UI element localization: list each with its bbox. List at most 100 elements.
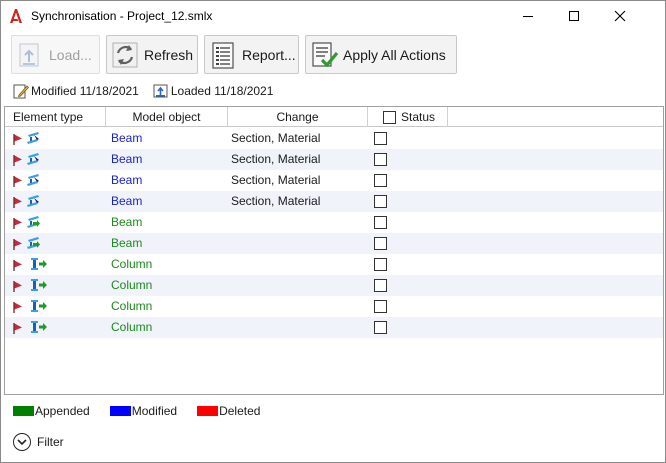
change-cell: Section, Material [231, 131, 321, 145]
table-row[interactable]: Beam Section, Material [5, 128, 663, 149]
status-cell [374, 212, 394, 233]
flag-icon [13, 321, 23, 342]
element-type-cell [13, 254, 103, 275]
table-header: Element type Model object Change Status [5, 107, 663, 127]
model-object-cell: Beam [111, 152, 143, 166]
title-bar[interactable]: Synchronisation - Project_12.smlx [1, 1, 665, 31]
report-label: Report... [242, 46, 296, 63]
status-checkbox[interactable] [374, 216, 387, 229]
status-cell [374, 170, 394, 191]
model-object-cell: Beam [111, 194, 143, 208]
legend-item-appended: Appended [13, 404, 90, 418]
table-row[interactable]: Column [5, 275, 663, 296]
legend: Appended Modified Deleted [13, 403, 280, 419]
element-type-cell [13, 296, 103, 317]
close-icon [614, 10, 626, 22]
table-row[interactable]: Beam Section, Material [5, 170, 663, 191]
element-type-cell [13, 191, 103, 212]
report-button[interactable]: Report... [204, 35, 299, 74]
column-appended-icon [31, 320, 49, 341]
status-checkbox[interactable] [374, 279, 387, 292]
table-row[interactable]: Beam Section, Material [5, 149, 663, 170]
change-cell [231, 317, 367, 338]
table-row[interactable]: Column [5, 254, 663, 275]
maximize-icon [569, 11, 579, 21]
status-checkbox[interactable] [374, 237, 387, 250]
minimize-button[interactable] [505, 1, 551, 31]
change-cell [231, 212, 367, 233]
refresh-label: Refresh [144, 46, 194, 63]
status-checkbox[interactable] [374, 300, 387, 313]
window-title: Synchronisation - Project_12.smlx [31, 9, 213, 23]
loaded-date: Loaded 11/18/2021 [170, 84, 274, 98]
model-object-cell: Beam [111, 131, 143, 145]
legend-item-modified: Modified [109, 404, 178, 418]
load-label: Load... [49, 46, 92, 63]
element-type-cell [13, 212, 103, 233]
refresh-button[interactable]: Refresh [106, 35, 198, 74]
legend-swatch [13, 406, 34, 416]
app-logo-icon [10, 9, 22, 23]
status-cell [374, 275, 394, 296]
column-header-change[interactable]: Change [228, 107, 368, 127]
sync-actions-table[interactable]: Element type Model object Change Status … [4, 106, 664, 395]
column-header-status[interactable]: Status [368, 107, 448, 127]
status-checkbox[interactable] [374, 153, 387, 166]
column-header-model-object[interactable]: Model object [106, 107, 228, 127]
loaded-info: Loaded 11/18/2021 [153, 83, 274, 99]
change-cell: Section, Material [231, 194, 321, 208]
maximize-button[interactable] [551, 1, 597, 31]
apply-all-actions-button[interactable]: Apply All Actions [305, 35, 457, 74]
change-cell [231, 254, 367, 275]
change-cell: Section, Material [231, 152, 321, 166]
status-cell [374, 128, 394, 149]
status-cell [374, 254, 394, 275]
status-checkbox[interactable] [374, 195, 387, 208]
minimize-icon [523, 16, 533, 17]
status-checkbox[interactable] [374, 321, 387, 334]
table-row[interactable]: Column [5, 296, 663, 317]
modified-info: Modified 11/18/2021 [13, 83, 139, 99]
report-icon [212, 41, 234, 69]
model-object-cell: Beam [111, 236, 143, 250]
element-type-cell [13, 170, 103, 191]
close-button[interactable] [597, 1, 643, 31]
status-checkbox[interactable] [374, 174, 387, 187]
filter-expand-icon [13, 433, 31, 451]
status-checkbox[interactable] [374, 258, 387, 271]
modified-icon [13, 84, 29, 99]
model-object-cell: Column [111, 257, 153, 271]
status-cell [374, 149, 394, 170]
status-select-all-checkbox[interactable] [383, 111, 396, 124]
loaded-icon [153, 84, 168, 98]
table-row[interactable]: Beam [5, 212, 663, 233]
model-object-cell: Column [111, 320, 153, 334]
apply-all-actions-label: Apply All Actions [343, 46, 446, 63]
model-object-cell: Beam [111, 215, 143, 229]
status-header-label: Status [401, 110, 436, 124]
status-cell [374, 317, 394, 338]
table-row[interactable]: Beam [5, 233, 663, 254]
table-row[interactable]: Beam Section, Material [5, 191, 663, 212]
model-object-cell: Column [111, 299, 153, 313]
refresh-icon [112, 42, 138, 67]
status-checkbox[interactable] [374, 132, 387, 145]
apply-actions-icon [312, 41, 339, 67]
legend-label: Appended [35, 404, 90, 418]
filter-label: Filter [37, 435, 64, 449]
change-cell [231, 233, 367, 254]
table-row[interactable]: Column [5, 317, 663, 338]
legend-label: Modified [131, 404, 178, 418]
synchronisation-window: Synchronisation - Project_12.smlx Load..… [0, 0, 666, 463]
load-button[interactable]: Load... [11, 35, 100, 74]
change-cell: Section, Material [231, 173, 321, 187]
model-object-cell: Column [111, 278, 153, 292]
change-cell [231, 275, 367, 296]
status-cell [374, 296, 394, 317]
legend-label: Deleted [219, 404, 261, 418]
modified-date: Modified 11/18/2021 [31, 84, 139, 98]
change-cell [231, 296, 367, 317]
column-header-element-type[interactable]: Element type [5, 107, 106, 127]
filter-toggle[interactable]: Filter [13, 432, 64, 452]
legend-swatch [197, 406, 219, 416]
